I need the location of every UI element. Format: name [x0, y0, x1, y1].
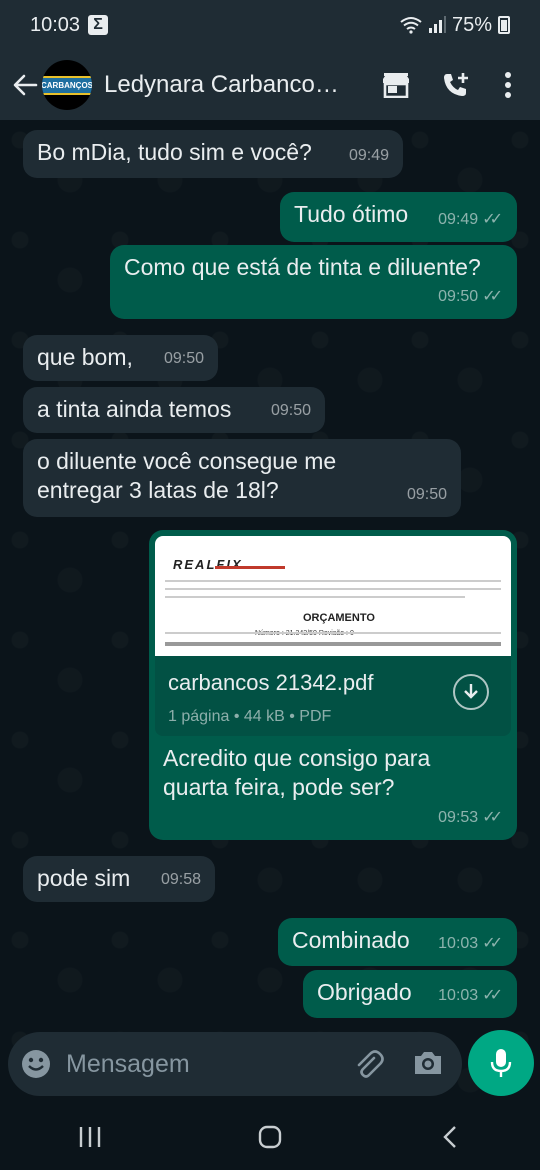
- status-bar: 10:03 Σ 75%: [0, 0, 540, 50]
- storefront-icon: [383, 73, 409, 98]
- home-button[interactable]: [240, 1112, 300, 1162]
- document-line: [165, 596, 465, 598]
- add-call-button[interactable]: [426, 60, 486, 110]
- attach-button[interactable]: [352, 1048, 386, 1082]
- contact-name[interactable]: Ledynara Carbancos...: [104, 71, 344, 99]
- emoji-button[interactable]: [20, 1048, 52, 1080]
- document-details: 1 página • 44 kB • PDF: [168, 708, 332, 725]
- chevron-left-icon: [443, 1126, 456, 1148]
- message-input[interactable]: [66, 1046, 336, 1082]
- message-text: Obrigado: [317, 979, 412, 1005]
- message-composer: [8, 1032, 462, 1096]
- camera-icon: [415, 1052, 441, 1074]
- battery-icon: [498, 16, 510, 34]
- signal-icon: [428, 16, 446, 33]
- download-button[interactable]: [453, 674, 489, 710]
- message-time: 09:50: [270, 402, 311, 419]
- message-meta: 10:03 ✓✓: [438, 929, 503, 958]
- message-incoming[interactable]: pode sim 09:58: [23, 856, 215, 902]
- read-ticks-icon: ✓✓: [482, 288, 503, 305]
- document-preview[interactable]: REALFIX ORÇAMENTO Número : 21.342/50 Rev…: [155, 536, 511, 656]
- more-vert-icon: [505, 72, 511, 98]
- message-text: Tudo ótimo: [294, 201, 409, 227]
- message-document-outgoing[interactable]: REALFIX ORÇAMENTO Número : 21.342/50 Rev…: [149, 530, 517, 840]
- message-text: Acredito que consigo para quarta feira, …: [163, 745, 431, 800]
- catalog-button[interactable]: [366, 60, 426, 110]
- message-incoming[interactable]: a tinta ainda temos 09:50: [23, 387, 325, 433]
- document-line: [165, 588, 501, 590]
- message-text: a tinta ainda temos: [37, 396, 232, 422]
- emoji-icon: [22, 1050, 50, 1078]
- paperclip-icon: [357, 1050, 384, 1078]
- message-incoming[interactable]: que bom, 09:50: [23, 335, 218, 381]
- message-time: 09:50: [406, 486, 447, 503]
- message-outgoing[interactable]: Tudo ótimo 09:49 ✓✓: [280, 192, 517, 242]
- status-time: 10:03: [30, 13, 81, 36]
- download-icon: [464, 684, 478, 699]
- message-text: Bo mDia, tudo sim e você?: [37, 139, 312, 165]
- phone-add-icon: [444, 73, 468, 96]
- battery-percent: 75%: [451, 13, 492, 36]
- back-button[interactable]: [10, 65, 40, 105]
- message-outgoing[interactable]: Como que está de tinta e diluente? 09:50…: [110, 245, 517, 319]
- voice-message-button[interactable]: [468, 1030, 534, 1096]
- message-text: pode sim: [37, 865, 131, 891]
- document-line: [165, 580, 501, 582]
- document-info[interactable]: carbancos 21342.pdf 1 página • 44 kB • P…: [155, 656, 511, 736]
- document-table-bar: [165, 642, 501, 646]
- message-time: 09:50: [163, 350, 204, 367]
- avatar-logo: CARBANÇOS: [42, 75, 92, 95]
- recent-apps-button[interactable]: [60, 1112, 120, 1162]
- message-meta: 09:50 ✓✓: [438, 282, 503, 311]
- sigma-notification-icon: Σ: [88, 15, 109, 35]
- message-text: que bom,: [37, 344, 133, 370]
- message-outgoing[interactable]: Obrigado 10:03 ✓✓: [303, 970, 517, 1018]
- document-brand: REALFIX: [173, 557, 243, 572]
- message-meta: 09:53 ✓✓: [438, 803, 503, 832]
- message-time: 09:49: [348, 147, 389, 164]
- status-indicators: 75%: [400, 14, 510, 37]
- read-ticks-icon: ✓✓: [482, 987, 503, 1004]
- document-divider: [215, 566, 285, 569]
- message-meta: 09:49 ✓✓: [438, 205, 503, 234]
- arrow-left-icon: [13, 74, 38, 96]
- wifi-icon: [400, 17, 422, 34]
- contact-avatar[interactable]: CARBANÇOS: [42, 60, 92, 110]
- message-text: Como que está de tinta e diluente?: [124, 254, 481, 280]
- message-time: 09:58: [160, 871, 201, 888]
- message-text: Combinado: [292, 927, 410, 953]
- back-nav-button[interactable]: [420, 1112, 480, 1162]
- chat-area[interactable]: Bo mDia, tudo sim e você? 09:49 Tudo óti…: [0, 120, 540, 1102]
- read-ticks-icon: ✓✓: [482, 211, 503, 228]
- message-meta: 10:03 ✓✓: [438, 981, 503, 1010]
- camera-button[interactable]: [412, 1048, 446, 1082]
- header-actions: [366, 60, 530, 110]
- message-incoming[interactable]: Bo mDia, tudo sim e você? 09:49: [23, 130, 403, 178]
- microphone-icon: [490, 1049, 512, 1077]
- message-outgoing[interactable]: Combinado 10:03 ✓✓: [278, 918, 517, 966]
- more-options-button[interactable]: [486, 60, 530, 110]
- recent-apps-icon: [79, 1127, 101, 1147]
- document-line: [165, 632, 501, 634]
- document-name: carbancos 21342.pdf: [168, 670, 374, 695]
- home-icon: [258, 1125, 282, 1149]
- message-text: o diluente você consegue me entregar 3 l…: [37, 448, 337, 503]
- chat-header: CARBANÇOS Ledynara Carbancos...: [0, 50, 540, 120]
- message-incoming[interactable]: o diluente você consegue me entregar 3 l…: [23, 439, 461, 517]
- read-ticks-icon: ✓✓: [482, 935, 503, 952]
- read-ticks-icon: ✓✓: [482, 809, 503, 826]
- system-nav-bar: [0, 1104, 540, 1170]
